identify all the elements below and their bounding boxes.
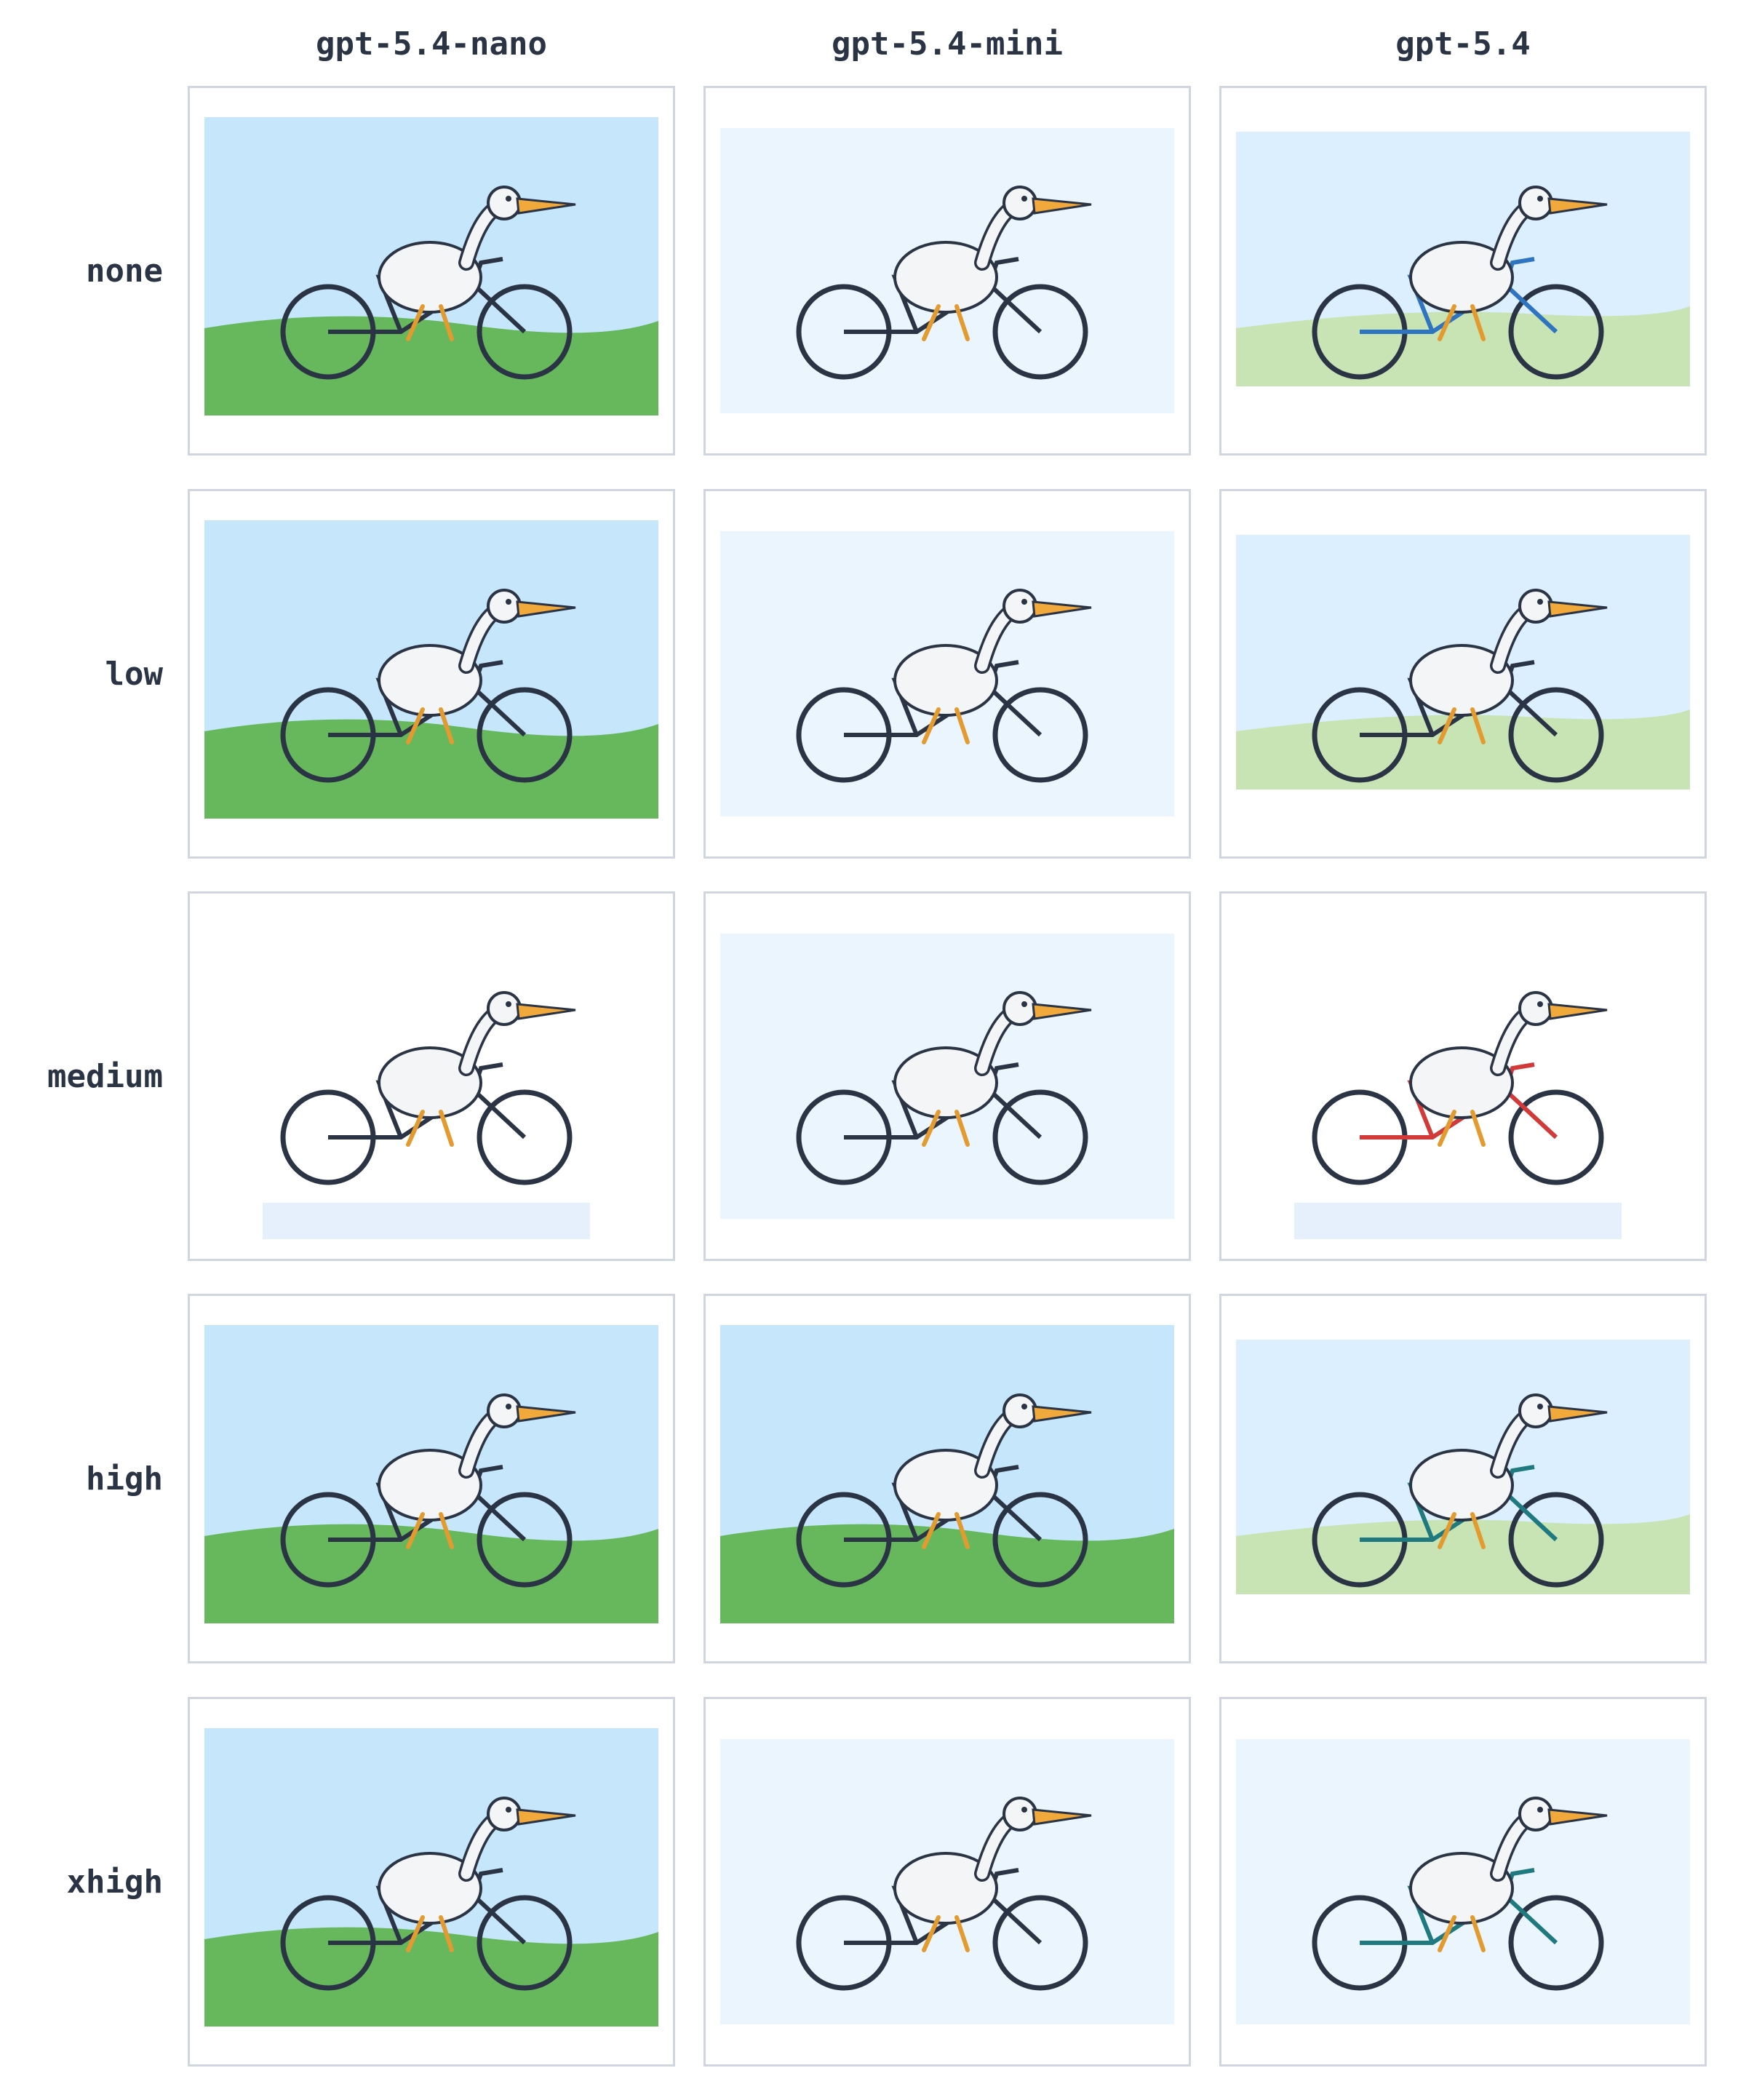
pelican-bicycle-illustration [720, 128, 1174, 413]
image-cell-xhigh-gpt-5.4 [1219, 1697, 1707, 2067]
image-cell-none-gpt-5.4-nano [188, 86, 675, 456]
image-cell-medium-gpt-5.4-mini [703, 891, 1191, 1261]
image-cell-low-gpt-5.4 [1219, 489, 1707, 859]
row-header-high: high [86, 1460, 163, 1498]
image-cell-medium-gpt-5.4-nano [188, 891, 675, 1261]
image-cell-medium-gpt-5.4 [1219, 891, 1707, 1261]
row-header-medium: medium [47, 1057, 163, 1095]
pelican-bicycle-illustration [204, 1325, 658, 1623]
ground [263, 1203, 590, 1239]
pelican-bicycle-illustration [720, 531, 1174, 816]
pelican-bicycle-illustration [1236, 1739, 1690, 2024]
image-cell-none-gpt-5.4-mini [703, 86, 1191, 456]
image-cell-low-gpt-5.4-nano [188, 489, 675, 859]
image-cell-none-gpt-5.4 [1219, 86, 1707, 456]
pelican-bicycle-illustration [204, 520, 658, 819]
pelican-icon [1409, 991, 1608, 1147]
image-cell-low-gpt-5.4-mini [703, 489, 1191, 859]
pelican-bicycle-illustration [720, 1325, 1174, 1623]
row-header-none: none [86, 252, 163, 290]
pelican-bicycle-illustration [720, 1739, 1174, 2024]
pelican-bicycle-illustration [1236, 132, 1690, 386]
image-cell-high-gpt-5.4 [1219, 1294, 1707, 1663]
pelican-bicycle-illustration [1294, 991, 1622, 1239]
row-header-low: low [105, 655, 163, 693]
column-header-gpt-5.4: gpt-5.4 [1395, 25, 1531, 63]
pelican-bicycle-illustration [204, 1728, 658, 2027]
pelican-bicycle-illustration [204, 117, 658, 415]
image-cell-xhigh-gpt-5.4-mini [703, 1697, 1191, 2067]
image-cell-high-gpt-5.4-nano [188, 1294, 675, 1663]
image-cell-high-gpt-5.4-mini [703, 1294, 1191, 1663]
pelican-bicycle-illustration [1236, 1340, 1690, 1594]
pelican-bicycle-illustration [1236, 535, 1690, 790]
column-header-gpt-5.4-mini: gpt-5.4-mini [832, 25, 1063, 63]
image-cell-xhigh-gpt-5.4-nano [188, 1697, 675, 2067]
pelican-icon [378, 991, 576, 1147]
pelican-bicycle-illustration [720, 934, 1174, 1219]
column-header-gpt-5.4-nano: gpt-5.4-nano [316, 25, 547, 63]
ground [1294, 1203, 1622, 1239]
pelican-bicycle-illustration [263, 991, 590, 1239]
row-header-xhigh: xhigh [66, 1863, 163, 1901]
